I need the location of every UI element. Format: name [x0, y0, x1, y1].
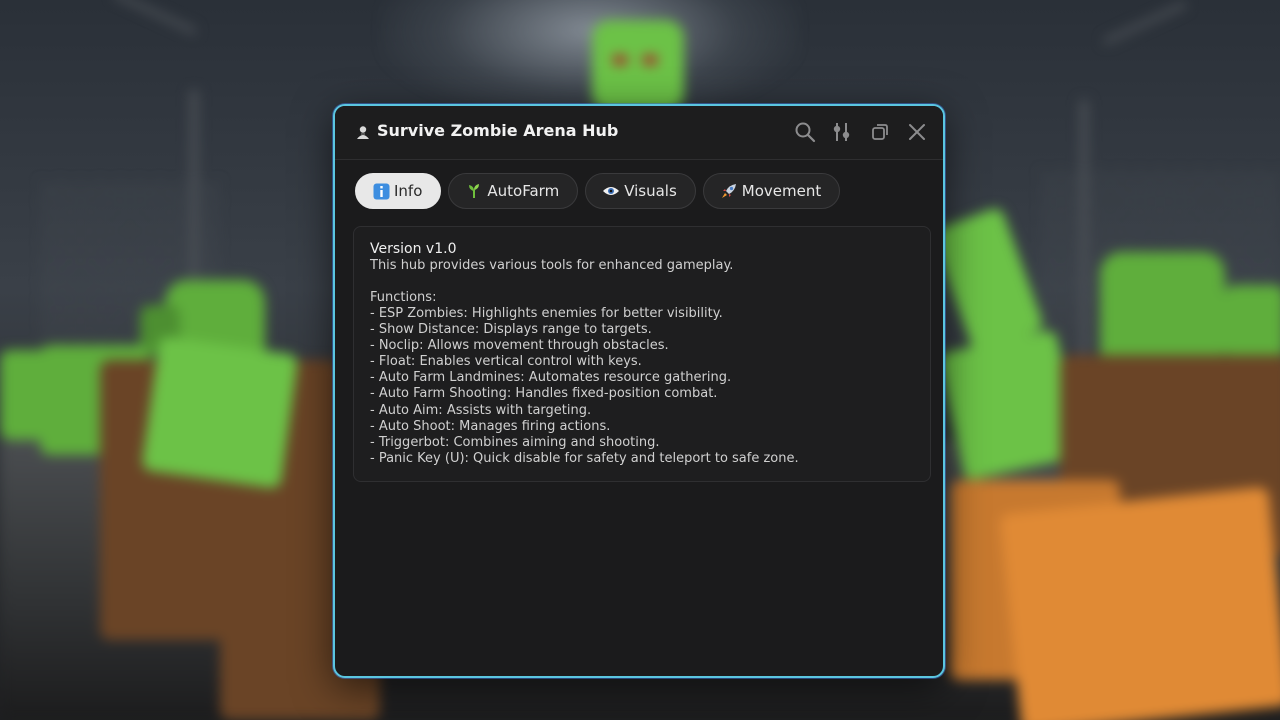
- minimize-icon: [872, 124, 888, 140]
- tab-movement[interactable]: Movement: [702, 173, 841, 209]
- info-icon: [372, 182, 390, 200]
- sprout-icon: [465, 182, 483, 200]
- close-button[interactable]: [905, 120, 929, 144]
- tab-autofarm[interactable]: AutoFarm: [448, 173, 579, 209]
- functions-list: - ESP Zombies: Highlights enemies for be…: [370, 306, 914, 467]
- list-item: - ESP Zombies: Highlights enemies for be…: [370, 306, 723, 321]
- tab-info-label: Info: [394, 182, 423, 200]
- search-button[interactable]: [793, 120, 817, 144]
- settings-sliders-icon: [833, 123, 850, 141]
- user-icon: [357, 126, 369, 139]
- tab-visuals-label: Visuals: [624, 182, 677, 200]
- tab-autofarm-label: AutoFarm: [487, 182, 560, 200]
- hub-window: Survive Zombie Arena Hub Info AutoFarm V…: [333, 104, 945, 678]
- close-icon: [909, 124, 925, 140]
- functions-title: Functions:: [370, 290, 437, 305]
- window-title: Survive Zombie Arena Hub: [377, 121, 619, 140]
- tab-movement-label: Movement: [741, 182, 822, 200]
- tab-visuals[interactable]: Visuals: [585, 173, 696, 209]
- list-item: - Noclip: Allows movement through obstac…: [370, 338, 669, 354]
- list-item: - Show Distance: Displays range to targe…: [370, 322, 652, 338]
- info-panel: Version v1.0 This hub provides various t…: [353, 226, 931, 482]
- list-item: - Auto Shoot: Manages firing actions.: [370, 418, 611, 434]
- settings-button[interactable]: [830, 120, 854, 144]
- description-text: This hub provides various tools for enha…: [370, 258, 734, 273]
- list-item: - Float: Enables vertical control with k…: [370, 354, 642, 370]
- list-item: - Panic Key (U): Quick disable for safet…: [370, 450, 799, 466]
- list-item: - Auto Aim: Assists with targeting.: [370, 402, 592, 418]
- list-item: - Triggerbot: Combines aiming and shooti…: [370, 434, 660, 450]
- version-text: Version v1.0: [370, 241, 457, 257]
- list-item: - Auto Farm Landmines: Automates resourc…: [370, 370, 732, 386]
- tab-info[interactable]: Info: [355, 173, 442, 209]
- minimize-button[interactable]: [868, 120, 892, 144]
- list-item: - Auto Farm Shooting: Handles fixed-posi…: [370, 386, 718, 402]
- search-icon: [795, 122, 816, 143]
- tab-bar: Info AutoFarm Visuals Movement: [355, 173, 841, 211]
- titlebar[interactable]: Survive Zombie Arena Hub: [335, 106, 943, 160]
- rocket-icon: [720, 182, 738, 200]
- eye-icon: [602, 182, 620, 200]
